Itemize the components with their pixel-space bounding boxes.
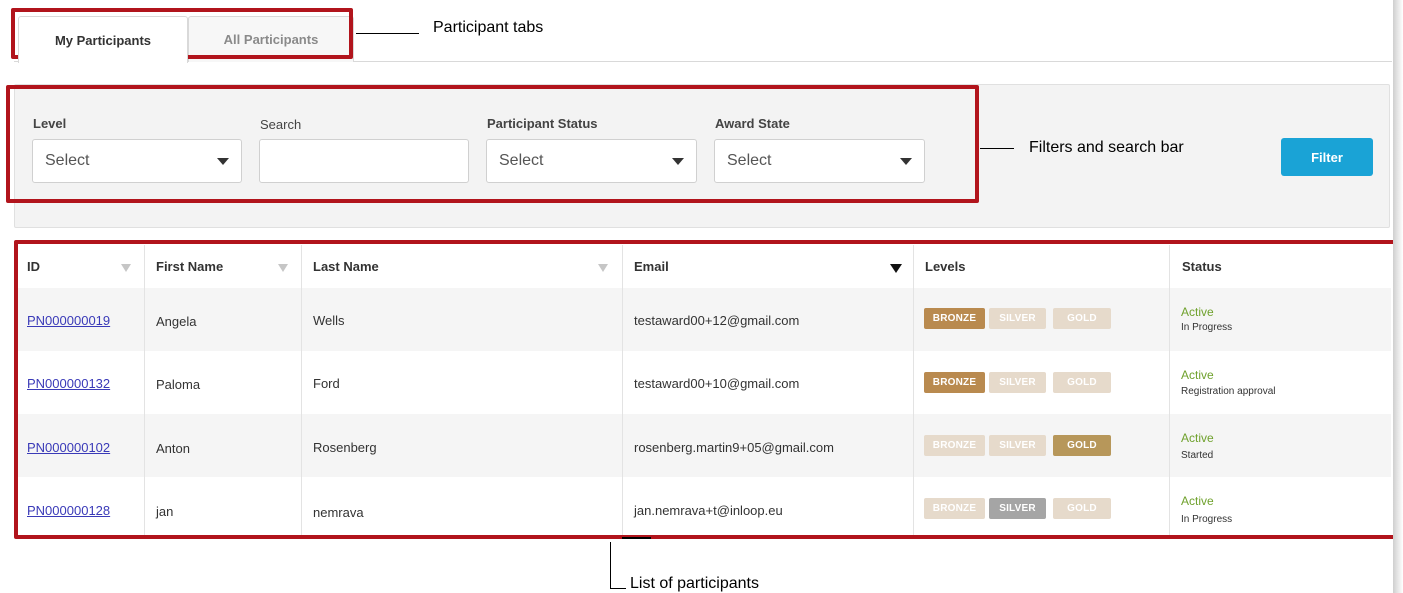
- tabs-callout-line: [356, 33, 419, 34]
- list-callout-line-horizontal: [610, 588, 626, 589]
- filter-button[interactable]: Filter: [1281, 138, 1373, 176]
- page-edge-shadow: [1393, 0, 1403, 593]
- filters-callout-line: [980, 148, 1014, 149]
- list-highlight-box: [14, 240, 1399, 539]
- tab-my-participants[interactable]: My Participants: [18, 16, 188, 63]
- list-callout-line-vertical: [610, 542, 611, 589]
- list-callout-marker: [622, 537, 651, 539]
- filters-highlight-box: [6, 85, 979, 203]
- list-callout-text: List of participants: [630, 575, 759, 592]
- filters-callout-text: Filters and search bar: [1029, 139, 1184, 156]
- tabs-callout-text: Participant tabs: [433, 19, 544, 36]
